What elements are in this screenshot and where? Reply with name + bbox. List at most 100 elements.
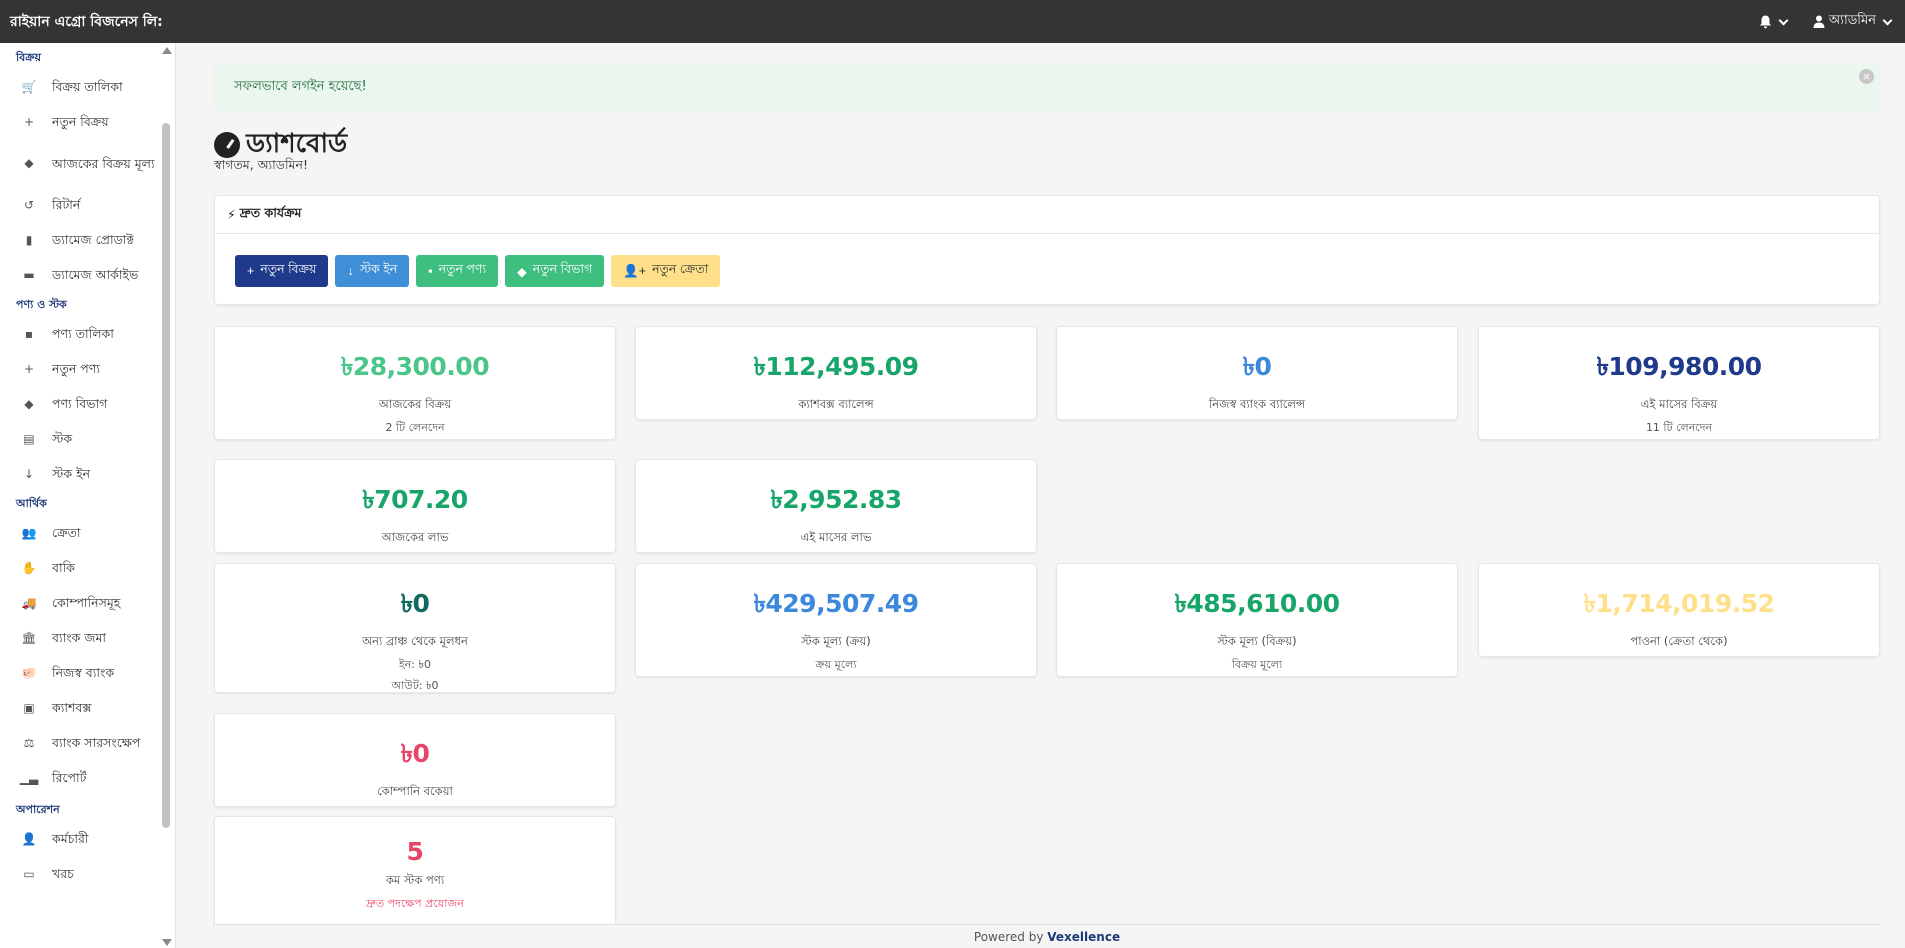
scroll-up-arrow-icon[interactable] <box>162 47 172 54</box>
stat-card-company-due: ৳0 কোম্পানি বকেয়া <box>214 713 616 807</box>
arrow-down-icon: ↓ <box>23 466 35 481</box>
stat-label: কোম্পানি বকেয়া <box>377 784 453 798</box>
sidebar-item-label: ক্যাশবক্স <box>52 700 92 715</box>
stat-card-month-profit: ৳2,952.83 এই মাসের লাভ <box>635 459 1037 553</box>
sidebar-scrollbar[interactable] <box>160 43 172 948</box>
footer-brand-link[interactable]: Vexellence <box>1047 930 1120 944</box>
sidebar-item-expenses[interactable]: ▭ খরচ <box>0 856 160 891</box>
file-icon: ▮ <box>25 232 33 247</box>
arrow-down-icon: ↓ <box>347 264 354 278</box>
user-plus-icon: 👤+ <box>623 263 647 278</box>
stat-label: আজকের লাভ <box>381 530 449 544</box>
sidebar-item-label: ব্যাংক জমা <box>52 630 107 645</box>
sidebar-item-customers[interactable]: 👥 ক্রেতা <box>0 515 160 550</box>
sidebar-item-damage-archive[interactable]: ▬ ড্যামেজ আর্কাইভ <box>0 257 160 292</box>
stat-label: এই মাসের বিক্রয় <box>1640 397 1718 411</box>
scroll-down-arrow-icon[interactable] <box>162 939 172 946</box>
sidebar-item-new-product[interactable]: + নতুন পণ্য <box>0 351 160 386</box>
sidebar-item-label: বাকি <box>52 560 75 575</box>
sidebar-item-report[interactable]: ▁▃ রিপোর্ট <box>0 760 160 795</box>
stat-value: ৳429,507.49 <box>753 589 919 618</box>
stock-in-button-label: স্টক ইন <box>359 262 398 276</box>
new-sale-button[interactable]: + নতুন বিক্রয় <box>235 255 329 287</box>
sidebar-item-bank-deposit[interactable]: 🏛 ব্যাংক জমা <box>0 620 160 655</box>
sidebar-section-finance: আর্থিক <box>16 497 47 510</box>
close-icon[interactable]: × <box>1859 69 1874 84</box>
user-name: অ্যাডমিন <box>1828 13 1876 28</box>
sidebar-item-new-sale[interactable]: + নতুন বিক্রয় <box>0 104 160 139</box>
new-sale-button-label: নতুন বিক্রয় <box>260 262 317 276</box>
sidebar-item-return[interactable]: ↺ রিটার্ন <box>0 187 160 222</box>
cart-icon: 🛒 <box>21 79 37 94</box>
bank-icon: 🏛 <box>21 630 37 645</box>
sidebar-item-damage-product[interactable]: ▮ ড্যামেজ প্রোডাক্ট <box>0 222 160 257</box>
stat-sub: 11 টি লেনদেন <box>1645 421 1713 434</box>
stat-label: ক্যাশবক্স ব্যালেন্স <box>798 397 874 411</box>
stat-card-month-sales: ৳109,980.00 এই মাসের বিক্রয় 11 টি লেনদে… <box>1478 326 1880 440</box>
new-product-button[interactable]: ▪ নতুন পণ্য <box>416 255 499 287</box>
chevron-down-icon <box>1882 15 1893 25</box>
notifications-dropdown[interactable] <box>1759 15 1791 29</box>
quick-actions-card: ⚡ দ্রুত কার্যক্রম + নতুন বিক্রয় ↓ স্টক ইন… <box>214 195 1880 305</box>
sidebar-item-product-list[interactable]: ▪ পণ্য তালিকা <box>0 316 160 351</box>
sidebar-section-operations: অপারেশন <box>16 803 60 816</box>
user-dropdown[interactable]: অ্যাডমিন <box>1813 11 1895 32</box>
sidebar-item-today-price[interactable]: ◆ আজকের বিক্রয় মূল্য <box>0 139 160 187</box>
piggy-bank-icon: 🐖 <box>21 665 37 680</box>
welcome-text: স্বাগতম, অ্যাডমিন! <box>214 157 308 172</box>
user-icon: 👤 <box>21 831 37 846</box>
new-category-button[interactable]: ◆ নতুন বিভাগ <box>505 255 605 287</box>
stat-card-cashbox-balance: ৳112,495.09 ক্যাশবক্স ব্যালেন্স <box>635 326 1037 420</box>
scrollbar-thumb[interactable] <box>162 123 170 828</box>
stat-card-today-sales: ৳28,300.00 আজকের বিক্রয় 2 টি লেনদেন <box>214 326 616 440</box>
sidebar-item-label: ক্রেতা <box>52 525 81 540</box>
new-customer-button[interactable]: 👤+ নতুন ক্রেতা <box>611 255 721 287</box>
stat-value: ৳112,495.09 <box>753 352 919 381</box>
sidebar-item-label: আজকের বিক্রয় মূল্য <box>52 155 155 171</box>
sidebar-item-stock-in[interactable]: ↓ স্টক ইন <box>0 456 160 491</box>
sidebar-item-cashbox[interactable]: ▣ ক্যাশবক্স <box>0 690 160 725</box>
plus-icon: + <box>23 361 35 376</box>
stat-card-today-profit: ৳707.20 আজকের লাভ <box>214 459 616 553</box>
sidebar-item-sales-list[interactable]: 🛒 বিক্রয় তালিকা <box>0 69 160 104</box>
sidebar-item-label: নিজস্ব ব্যাংক <box>52 665 115 680</box>
stat-card-branch-capital: ৳0 অন্য ব্রাঞ্চ থেকে মূলধন ইন: ৳0 আউট: ৳… <box>214 563 616 693</box>
stat-label: স্টক মূল্য (বিক্রয়) <box>1217 634 1297 648</box>
sidebar-item-companies[interactable]: 🚚 কোম্পানিসমূহ <box>0 585 160 620</box>
sidebar-item-dues[interactable]: ✋ বাকি <box>0 550 160 585</box>
tags-icon: ◆ <box>24 396 34 411</box>
stat-sub: ক্রয় মূল্যে <box>815 658 857 671</box>
sidebar-item-label: নতুন পণ্য <box>52 361 100 376</box>
stat-card-own-bank-balance: ৳0 নিজস্ব ব্যাংক ব্যালেন্স <box>1056 326 1458 420</box>
stat-card-stock-value-sale: ৳485,610.00 স্টক মূল্য (বিক্রয়) বিক্রয়… <box>1056 563 1458 677</box>
stat-label: অন্য ব্রাঞ্চ থেকে মূলধন <box>362 634 468 648</box>
tags-icon: ◆ <box>517 264 527 279</box>
sidebar-section-sales: বিক্রয় <box>16 51 41 64</box>
truck-icon: 🚚 <box>21 595 37 610</box>
warehouse-icon: ▤ <box>23 431 35 446</box>
stat-label: পাওনা (ক্রেতা থেকে) <box>1630 634 1728 648</box>
hand-coin-icon: ✋ <box>21 560 37 575</box>
chevron-down-icon <box>1778 15 1789 25</box>
sidebar-item-stock[interactable]: ▤ স্টক <box>0 421 160 456</box>
sidebar-item-product-category[interactable]: ◆ পণ্য বিভাগ <box>0 386 160 421</box>
sidebar-item-employees[interactable]: 👤 কর্মচারী <box>0 821 160 856</box>
sidebar-item-label: পণ্য তালিকা <box>52 326 114 341</box>
stat-card-stock-value-purchase: ৳429,507.49 স্টক মূল্য (ক্রয়) ক্রয় মূল… <box>635 563 1037 677</box>
new-customer-button-label: নতুন ক্রেতা <box>652 262 709 276</box>
stat-card-low-stock: 5 কম স্টক পণ্য দ্রুত পদক্ষেপ প্রয়োজন <box>214 816 616 928</box>
brand-name[interactable]: রাইয়ান এগ্রো বিজনেস লি: <box>10 10 163 34</box>
plus-icon: + <box>23 114 35 129</box>
sidebar-item-bank-summary[interactable]: ⚖ ব্যাংক সারসংক্ষেপ <box>0 725 160 760</box>
sidebar-item-own-bank[interactable]: 🐖 নিজস্ব ব্যাংক <box>0 655 160 690</box>
plus-icon: + <box>247 264 255 278</box>
stat-sub: ইন: ৳0 <box>399 658 431 671</box>
sidebar-item-label: নতুন বিক্রয় <box>52 114 109 129</box>
sidebar-item-label: বিক্রয় তালিকা <box>52 79 123 94</box>
bolt-icon: ⚡ <box>227 207 236 222</box>
user-icon <box>1813 15 1825 28</box>
sidebar-item-label: ড্যামেজ আর্কাইভ <box>52 267 139 282</box>
sidebar-item-label: ব্যাংক সারসংক্ষেপ <box>52 735 141 750</box>
stat-value: 5 <box>406 837 424 866</box>
stock-in-button[interactable]: ↓ স্টক ইন <box>335 255 410 287</box>
